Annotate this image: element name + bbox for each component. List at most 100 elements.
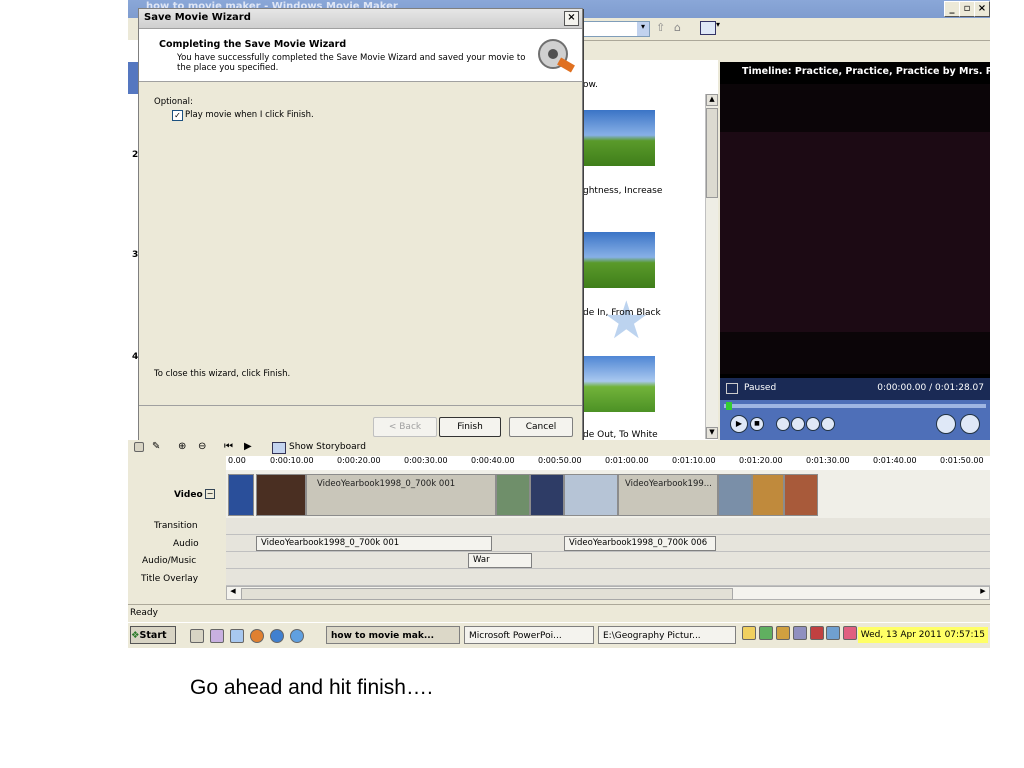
zoom-in-icon[interactable]: ⊕ [178, 441, 186, 452]
views-icon[interactable] [700, 21, 716, 35]
tray-icon[interactable] [809, 626, 824, 640]
effect-label: ow. [583, 80, 598, 90]
up-folder-icon[interactable]: ⇧ [656, 21, 665, 34]
seek-bar[interactable] [724, 404, 986, 408]
video-clip[interactable] [752, 474, 784, 516]
dialog-titlebar: Save Movie Wizard × [139, 9, 582, 29]
scroll-up-icon[interactable]: ▲ [706, 94, 718, 106]
star-icon: ★ [603, 291, 650, 351]
taskbar-task-explorer[interactable]: E:\Geography Pictur... [598, 626, 736, 644]
optional-label: Optional: [154, 97, 193, 107]
content-scrollbar[interactable]: ▲ ▼ [705, 94, 718, 439]
firefox-icon[interactable] [250, 629, 264, 643]
video-clip[interactable] [228, 474, 254, 516]
fast-forward-icon[interactable] [821, 417, 835, 431]
ruler-tick: 0:00:20.00 [337, 456, 381, 465]
tray-icon[interactable] [843, 626, 858, 640]
clock: Wed, 13 Apr 2011 07:57:15 [857, 627, 988, 643]
music-clip[interactable]: War [468, 553, 532, 568]
video-clip[interactable] [496, 474, 530, 516]
dialog-heading: Completing the Save Movie Wizard [159, 39, 347, 50]
close-window-button[interactable]: × [974, 1, 990, 17]
film-reel-icon [536, 35, 575, 75]
clip-label: VideoYearbook1998_0_700k 001 [317, 479, 456, 489]
video-track-label: Video [174, 490, 203, 500]
close-hint: To close this wizard, click Finish. [154, 369, 291, 379]
video-clip[interactable] [564, 474, 618, 516]
stop-icon[interactable]: ■ [750, 417, 764, 431]
tray-icon[interactable] [826, 626, 841, 640]
timeline-toolbar: ✎ ⊕ ⊖ ⏮ ▶ Show Storyboard [128, 440, 990, 456]
ruler-tick: 0:01:40.00 [873, 456, 917, 465]
split-clip-icon[interactable] [936, 414, 956, 434]
effect-thumbnail[interactable] [583, 356, 655, 412]
audio-clip[interactable]: VideoYearbook1998_0_700k 001 [256, 536, 492, 551]
zoom-out-icon[interactable]: ⊖ [198, 441, 206, 452]
minimize-button[interactable]: _ [944, 1, 960, 17]
rewind-timeline-icon[interactable]: ⏮ [224, 441, 233, 452]
effect-label[interactable]: de Out, To White [583, 430, 658, 440]
maximize-button[interactable]: ▫ [959, 1, 975, 17]
tray-icon[interactable] [775, 626, 790, 640]
video-clip[interactable] [256, 474, 306, 516]
previous-frame-icon[interactable] [791, 417, 805, 431]
views-dropdown-icon[interactable]: ▾ [716, 20, 720, 29]
title-overlay-track [226, 569, 990, 586]
storyboard-icon[interactable] [134, 442, 144, 453]
video-clip[interactable] [718, 474, 752, 516]
close-icon[interactable]: × [564, 11, 579, 26]
taskbar: ❖Start how to movie mak... Microsoft Pow… [128, 622, 990, 648]
quicklaunch-icon[interactable] [210, 629, 224, 643]
play-timeline-icon[interactable]: ▶ [244, 441, 252, 452]
effect-label[interactable]: ghtness, Increase [583, 186, 662, 196]
next-frame-icon[interactable] [806, 417, 820, 431]
seek-handle[interactable] [726, 402, 732, 410]
quicklaunch-icon[interactable] [230, 629, 244, 643]
video-clip[interactable] [530, 474, 564, 516]
movie-maker-window: how to movie maker - Windows Movie Maker… [128, 0, 990, 648]
tray-folder-icon[interactable] [742, 626, 756, 640]
tray-icon[interactable] [758, 626, 773, 640]
show-storyboard-button[interactable]: Show Storyboard [289, 442, 366, 452]
timeline-scrollbar[interactable]: ◀ ▶ [226, 586, 990, 600]
new-folder-icon[interactable]: ⌂ [674, 21, 681, 34]
effect-thumbnail[interactable] [583, 232, 655, 288]
scroll-thumb[interactable] [241, 588, 733, 600]
media-player-icon[interactable] [290, 629, 304, 643]
dialog-description: You have successfully completed the Save… [177, 53, 526, 73]
effect-label[interactable]: de In, From Black [583, 308, 661, 318]
slide-caption: Go ahead and hit finish…. [190, 676, 433, 699]
taskbar-task-movie-maker[interactable]: how to movie mak... [326, 626, 460, 644]
finish-button[interactable]: Finish [439, 417, 501, 437]
preview-monitor: Timeline: Practice, Practice, Practice b… [720, 62, 990, 440]
effect-thumbnail[interactable] [583, 110, 655, 166]
dialog-header: Completing the Save Movie Wizard You hav… [139, 29, 582, 82]
rewind-icon[interactable] [776, 417, 790, 431]
audio-clip[interactable]: VideoYearbook1998_0_700k 006 [564, 536, 716, 551]
back-button[interactable]: < Back [373, 417, 437, 437]
tray-icon[interactable] [792, 626, 807, 640]
taskbar-task-powerpoint[interactable]: Microsoft PowerPoi... [464, 626, 594, 644]
play-movie-checkbox[interactable]: ✓ [172, 110, 183, 121]
video-clip[interactable]: VideoYearbook1998_0_700k 001 [306, 474, 496, 516]
scroll-thumb[interactable] [706, 108, 718, 198]
ie-icon[interactable] [270, 629, 284, 643]
audio-track-label: Audio [173, 539, 199, 549]
narrate-icon[interactable]: ✎ [152, 441, 160, 452]
start-button[interactable]: ❖Start [130, 626, 176, 644]
scroll-down-icon[interactable]: ▼ [706, 427, 718, 439]
play-movie-label[interactable]: Play movie when I click Finish. [185, 110, 314, 120]
collapse-icon[interactable]: − [205, 489, 215, 499]
snapshot-icon[interactable] [960, 414, 980, 434]
cancel-button[interactable]: Cancel [509, 417, 573, 437]
transition-track [226, 518, 990, 535]
scroll-left-icon[interactable]: ◀ [227, 587, 239, 599]
video-clip[interactable] [784, 474, 818, 516]
play-icon[interactable]: ▶ [730, 415, 748, 433]
video-clip[interactable]: VideoYearbook199... [618, 474, 718, 516]
timeline-ruler[interactable]: 0.00 0:00:10.00 0:00:20.00 0:00:30.00 0:… [226, 456, 990, 471]
desktop-icon[interactable] [190, 629, 204, 643]
collection-dropdown[interactable]: ▾ [578, 21, 650, 37]
scroll-right-icon[interactable]: ▶ [977, 587, 989, 599]
audio-track: VideoYearbook1998_0_700k 001 VideoYearbo… [226, 535, 990, 552]
